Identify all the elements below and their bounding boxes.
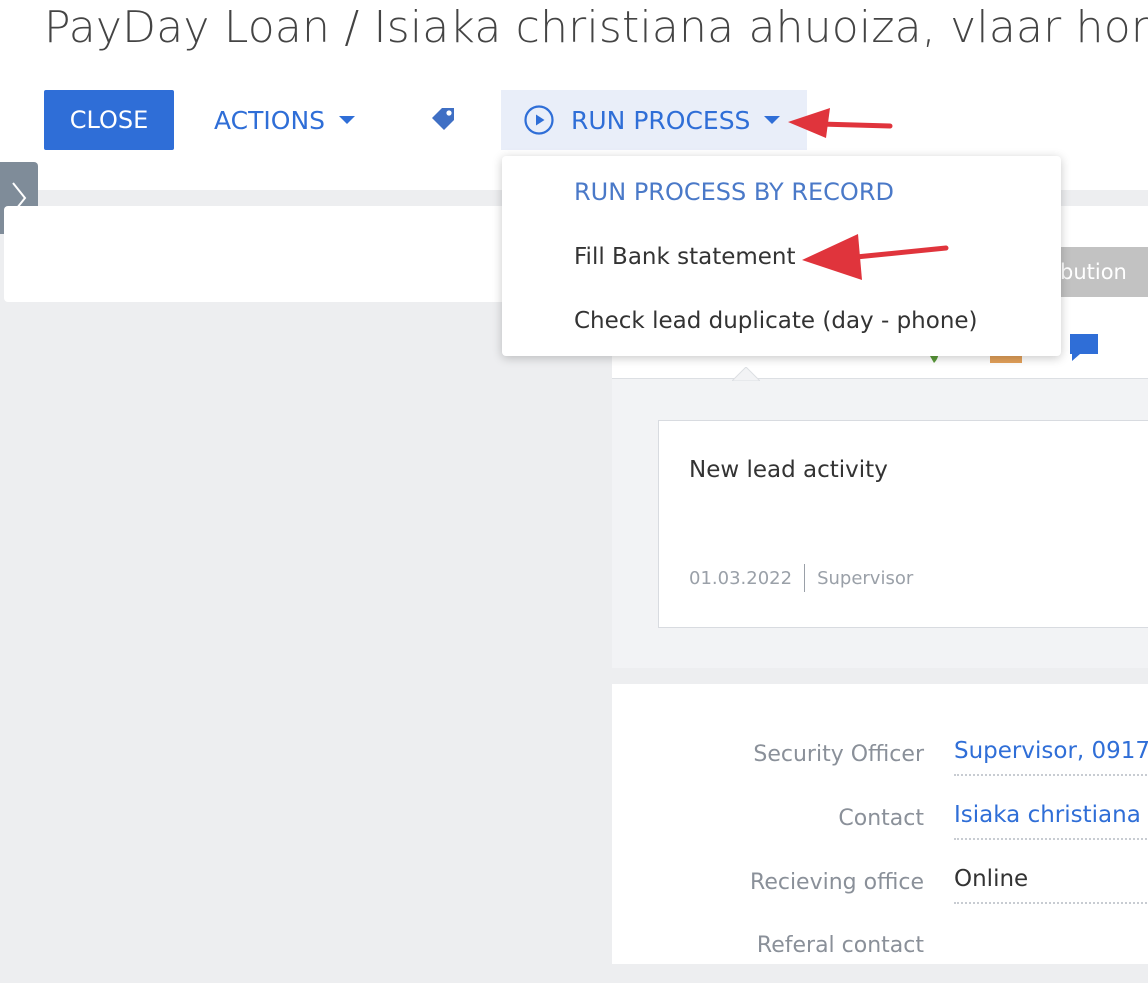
tag-icon[interactable] — [426, 104, 460, 138]
activity-date: 01.03.2022 — [689, 567, 793, 589]
menu-item-check-lead-duplicate[interactable]: Check lead duplicate (day - phone) — [574, 308, 978, 334]
field-security-officer: Security Officer Supervisor, 0917 — [612, 738, 1148, 792]
pointer-notch — [730, 366, 762, 382]
field-referal-contact: Referal contact — [612, 933, 1148, 983]
field-value-link[interactable]: Isiaka christiana — [954, 802, 1148, 840]
menu-item-fill-bank-statement[interactable]: Fill Bank statement — [574, 244, 796, 270]
run-process-label: RUN PROCESS — [571, 105, 751, 135]
field-label: Recieving office — [750, 870, 924, 895]
menu-item-run-process-by-record[interactable]: RUN PROCESS BY RECORD — [574, 178, 894, 206]
field-value[interactable]: Online — [954, 866, 1148, 904]
activity-author: Supervisor — [817, 567, 914, 589]
run-process-button[interactable]: RUN PROCESS — [501, 90, 807, 150]
actions-label: ACTIONS — [214, 105, 326, 135]
run-process-dropdown: RUN PROCESS BY RECORD Fill Bank statemen… — [502, 156, 1061, 356]
chat-icon[interactable] — [1070, 334, 1100, 362]
field-label: Security Officer — [753, 742, 924, 767]
chevron-down-icon — [764, 116, 781, 124]
field-contact: Contact Isiaka christiana — [612, 802, 1148, 856]
field-value-link[interactable]: Supervisor, 0917 — [954, 738, 1148, 776]
close-button[interactable]: CLOSE — [44, 90, 174, 150]
field-label: Referal contact — [756, 933, 924, 958]
divider — [804, 564, 806, 592]
actions-button[interactable]: ACTIONS — [214, 100, 356, 140]
chevron-down-icon — [339, 116, 356, 124]
page-title: PayDay Loan / Isiaka christiana ahuoiza,… — [44, 2, 1148, 53]
activity-title: New lead activity — [689, 457, 888, 483]
field-label: Contact — [838, 806, 924, 831]
field-receiving-office: Recieving office Online — [612, 866, 1148, 920]
activity-meta: 01.03.2022 Supervisor — [689, 564, 913, 592]
activity-card[interactable]: New lead activity 01.03.2022 Supervisor — [658, 420, 1148, 628]
play-circle-icon — [524, 105, 554, 135]
